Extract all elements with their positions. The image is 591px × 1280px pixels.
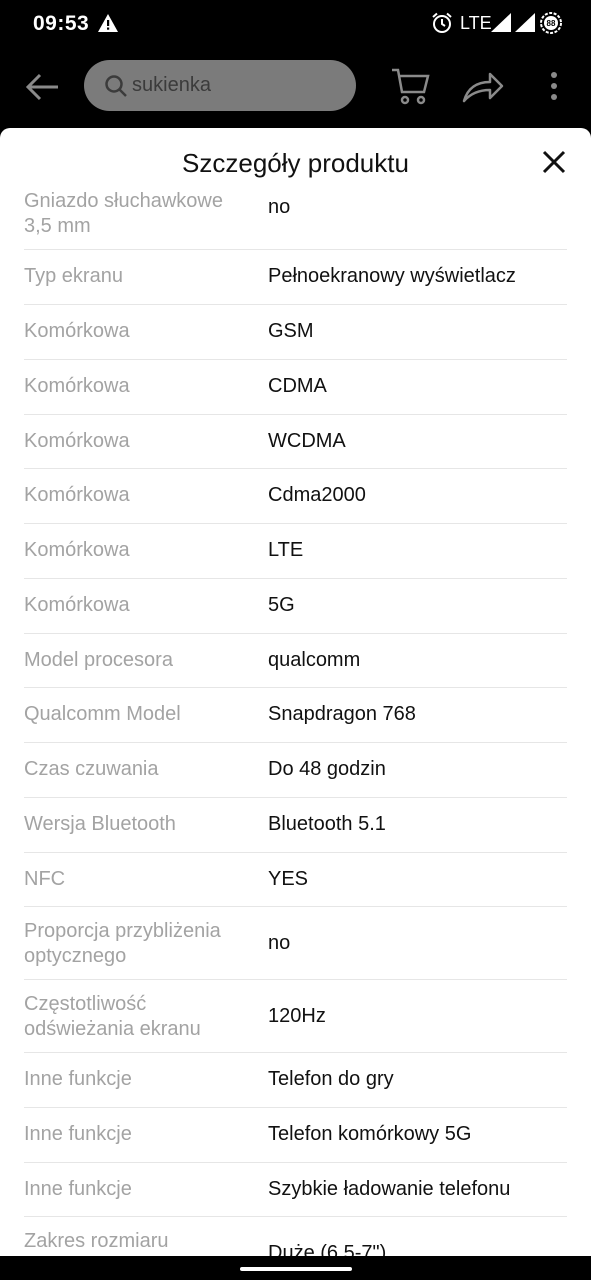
spec-value: qualcomm: [268, 649, 361, 671]
battery-level: 88: [547, 19, 556, 28]
spec-value: Bluetooth 5.1: [268, 813, 386, 835]
spec-value: Telefon komórkowy 5G: [268, 1123, 472, 1145]
spec-label: Gniazdo słuchawkowe 3,5 mm: [24, 190, 223, 237]
spec-row: Komórkowa LTE: [24, 524, 567, 579]
signal-icon: [515, 13, 535, 32]
spec-row: Typ ekranu Pełnoekranowy wyświetlacz: [24, 250, 567, 305]
spec-label: Model procesora: [24, 649, 173, 671]
spec-value: Pełnoekranowy wyświetlacz: [268, 265, 516, 287]
search-input[interactable]: sukienka: [84, 60, 356, 111]
spec-value: Cdma2000: [268, 484, 366, 506]
spec-row: Qualcomm Model Snapdragon 768: [24, 688, 567, 743]
spec-value: YES: [268, 868, 309, 890]
spec-label: Komórkowa: [24, 320, 130, 342]
spec-label: Czas czuwania: [24, 758, 159, 780]
spec-row: Inne funkcje Telefon do gry: [24, 1053, 567, 1108]
spec-label: Komórkowa: [24, 594, 130, 616]
spec-row: Częstotliwość odświeżania ekranu 120Hz: [24, 980, 567, 1053]
status-time: 09:53: [33, 12, 90, 35]
spec-label: Inne funkcje: [24, 1068, 132, 1090]
spec-label: Wersja Bluetooth: [24, 813, 176, 835]
spec-row: Model procesora qualcomm: [24, 634, 567, 688]
spec-value: Szybkie ładowanie telefonu: [268, 1178, 511, 1200]
app-header: sukienka: [0, 48, 591, 128]
cart-icon[interactable]: [390, 66, 432, 106]
spec-value: LTE: [268, 539, 304, 561]
spec-row: Inne funkcje Telefon komórkowy 5G: [24, 1108, 567, 1163]
spec-label: Inne funkcje: [24, 1123, 132, 1145]
home-indicator[interactable]: [240, 1267, 352, 1271]
spec-label: Komórkowa: [24, 539, 130, 561]
spec-value: 5G: [268, 594, 295, 616]
spec-value: no: [268, 196, 291, 218]
alarm-icon: [432, 12, 452, 33]
warning-icon: [98, 14, 118, 32]
more-vert-icon[interactable]: [543, 68, 565, 104]
spec-row: Komórkowa 5G: [24, 579, 567, 634]
spec-value: Snapdragon 768: [268, 703, 416, 725]
search-icon: [105, 75, 127, 97]
product-details-sheet: Szczegóły produktu Gniazdo słuchawkowe 3…: [0, 128, 591, 1256]
spec-label: NFC: [24, 868, 66, 890]
spec-label: Typ ekranu: [24, 265, 123, 287]
spec-label: Komórkowa: [24, 484, 130, 506]
spec-label: Komórkowa: [24, 375, 130, 397]
spec-value: no: [268, 932, 291, 954]
share-icon[interactable]: [462, 70, 504, 104]
spec-row: Komórkowa WCDMA: [24, 415, 567, 469]
battery-icon: 88: [540, 12, 562, 34]
spec-row: Komórkowa Cdma2000: [24, 469, 567, 524]
close-icon[interactable]: [538, 146, 570, 178]
spec-row: Gniazdo słuchawkowe 3,5 mm no: [24, 182, 567, 250]
spec-value: GSM: [268, 320, 314, 342]
back-arrow-icon[interactable]: [22, 70, 62, 104]
spec-row: NFC YES: [24, 853, 567, 907]
spec-value: WCDMA: [268, 430, 346, 452]
signal-icon: [491, 13, 511, 32]
spec-value: Telefon do gry: [268, 1068, 394, 1090]
spec-row: Zakres rozmiaru Duże (6.5-7"): [24, 1217, 567, 1256]
spec-label: Zakres rozmiaru: [24, 1230, 169, 1252]
spec-list[interactable]: Gniazdo słuchawkowe 3,5 mm no Typ ekranu…: [24, 182, 567, 1256]
spec-label: Proporcja przybliżenia optycznego: [24, 920, 221, 967]
spec-value: Duże (6.5-7"): [268, 1242, 387, 1256]
spec-row: Czas czuwania Do 48 godzin: [24, 743, 567, 798]
spec-label: Komórkowa: [24, 430, 130, 452]
spec-label: Częstotliwość odświeżania ekranu: [24, 993, 201, 1040]
search-text: sukienka: [132, 74, 211, 96]
spec-label: Inne funkcje: [24, 1178, 132, 1200]
spec-value: 120Hz: [268, 1005, 326, 1027]
spec-row: Proporcja przybliżenia optycznego no: [24, 907, 567, 980]
navigation-bar: [0, 1256, 591, 1280]
sheet-title: Szczegóły produktu: [182, 148, 409, 178]
spec-label: Qualcomm Model: [24, 703, 181, 725]
spec-row: Komórkowa CDMA: [24, 360, 567, 415]
status-bar: 09:53 LTE 88: [0, 0, 591, 48]
spec-row: Inne funkcje Szybkie ładowanie telefonu: [24, 1163, 567, 1217]
spec-value: Do 48 godzin: [268, 758, 386, 780]
spec-row: Komórkowa GSM: [24, 305, 567, 360]
network-type: LTE: [460, 13, 492, 33]
spec-value: CDMA: [268, 375, 327, 397]
spec-row: Wersja Bluetooth Bluetooth 5.1: [24, 798, 567, 853]
